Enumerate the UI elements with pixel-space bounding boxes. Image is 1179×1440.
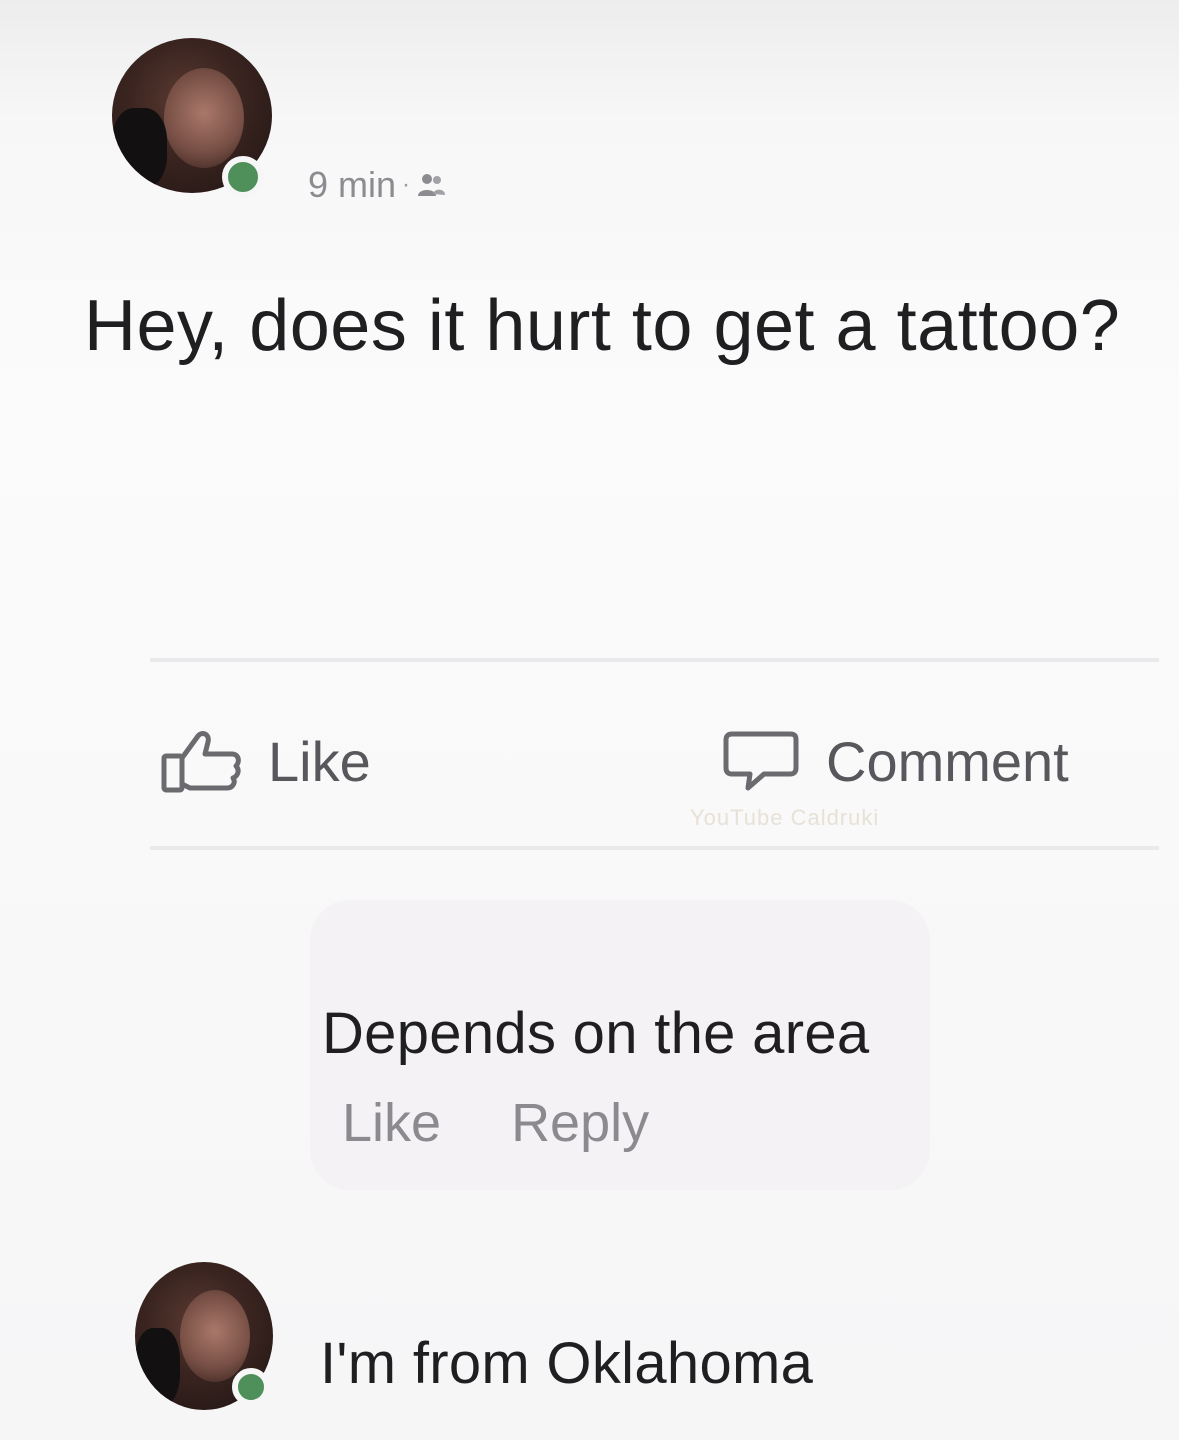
online-status-dot [232, 1368, 270, 1406]
meta-separator: · [402, 171, 411, 198]
comment-actions: Like Reply [342, 1092, 649, 1154]
comment-label: Comment [826, 729, 1069, 793]
speech-bubble-icon [723, 731, 799, 791]
like-label: Like [268, 729, 371, 793]
avatar-face [164, 68, 244, 168]
avatar-shadow [112, 108, 167, 188]
action-bar-divider-top [150, 658, 1159, 662]
thumbs-up-icon [161, 731, 241, 793]
avatar-shadow [135, 1328, 180, 1406]
action-bar-divider-bottom [150, 846, 1159, 850]
like-button[interactable]: Like [160, 728, 371, 794]
reply-comment-text: I'm from Oklahoma [320, 1331, 814, 1396]
comment-text: Depends on the area [322, 1001, 870, 1066]
post-body-text: Hey, does it hurt to get a tattoo? [84, 286, 1121, 366]
online-status-dot [222, 156, 264, 198]
avatar-face [180, 1290, 250, 1382]
comment-reply-link[interactable]: Reply [511, 1092, 649, 1154]
watermark-text: YouTube Caldruki [690, 805, 880, 830]
post-timestamp[interactable]: 9 min [308, 164, 396, 206]
post-meta: 9 min · [308, 164, 446, 206]
facebook-post-screenshot: 9 min · Hey, does it hurt to get a tatto… [0, 0, 1179, 1440]
friends-icon[interactable] [416, 170, 446, 200]
comment-like-link[interactable]: Like [342, 1092, 441, 1154]
comment-button[interactable]: Comment [722, 728, 1069, 794]
